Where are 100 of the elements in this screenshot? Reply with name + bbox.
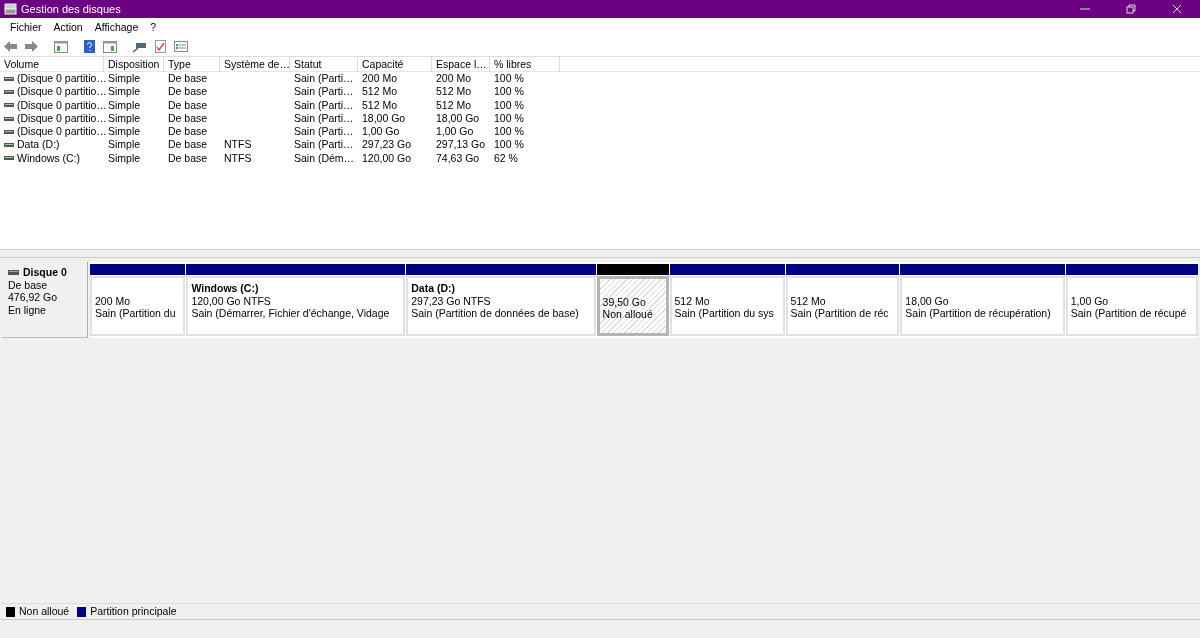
close-icon (1172, 4, 1182, 14)
table-cell: 100 % (494, 85, 524, 99)
partition-status: Sain (Partition de données de base) (411, 307, 580, 320)
disk-type: De base (8, 278, 49, 291)
help-icon[interactable] (84, 40, 95, 53)
partition-block[interactable]: 18,00 Go Sain (Partition de récupération) (900, 276, 1065, 336)
menu-item[interactable]: Fichier (4, 19, 48, 36)
table-cell: (Disque 0 partitio… (17, 98, 107, 112)
menu-item[interactable]: Action (47, 19, 89, 36)
table-cell: 100 % (494, 111, 524, 126)
table-cell: 200 Mo (436, 72, 472, 86)
partition-size: 120,00 Go NTFS (191, 294, 272, 307)
table-cell: 100 % (494, 125, 524, 139)
table-cell: 297,13 Go (436, 138, 486, 152)
disk-status: En ligne (8, 303, 47, 316)
disk-management-icon (4, 3, 17, 15)
table-cell: 512 Mo (362, 98, 398, 112)
partition-status: Non alloué (602, 308, 654, 321)
table-cell: De base (168, 72, 208, 86)
volume-icon (4, 143, 14, 148)
partition-block[interactable]: Data (D:) 297,23 Go NTFS Sain (Partition de données de base) (406, 276, 596, 336)
list-icon[interactable] (174, 41, 188, 52)
table-cell: Sain (Parti… (294, 85, 354, 99)
table-cell: 18,00 Go (436, 111, 480, 126)
partition-status: Sain (Partition de réc (790, 307, 890, 320)
column-header[interactable]: Statut (290, 57, 358, 72)
partition-status: Sain (Partition du sys (674, 307, 775, 320)
partition-size: 297,23 Go NTFS (411, 294, 492, 307)
partition-block[interactable]: 200 Mo Sain (Partition du (90, 276, 186, 336)
table-cell: De base (168, 138, 208, 152)
column-header[interactable]: Système de… (220, 57, 290, 72)
partition-size: 512 Mo (790, 294, 827, 307)
column-header[interactable]: Type (164, 57, 220, 72)
disk-name: Disque 0 (23, 266, 67, 279)
table-cell: 512 Mo (436, 98, 472, 112)
column-header[interactable]: % libres (490, 57, 560, 72)
volume-icon (4, 116, 14, 121)
disk-size: 476,92 Go (8, 291, 59, 304)
volume-icon (4, 89, 14, 94)
partition-block[interactable]: 512 Mo Sain (Partition de réc (785, 276, 900, 336)
volume-icon (4, 76, 14, 81)
table-cell: (Disque 0 partitio… (17, 72, 107, 86)
restore-icon (1126, 4, 1136, 14)
table-cell: Sain (Parti… (294, 72, 354, 86)
partition-status: Sain (Partition de récupé (1070, 307, 1188, 320)
partition-status: Sain (Partition de récupération) (905, 307, 1052, 320)
table-cell: Simple (108, 72, 141, 86)
column-header[interactable]: Capacité (358, 57, 432, 72)
partition-size: 18,00 Go (905, 294, 950, 307)
panel-icon[interactable] (103, 40, 117, 53)
column-header[interactable]: Volume (0, 57, 104, 72)
column-header[interactable]: Espace l… (432, 57, 490, 72)
table-cell: 100 % (494, 138, 524, 152)
table-cell: Simple (108, 98, 141, 112)
panel-icon[interactable] (54, 40, 68, 53)
table-cell: De base (168, 111, 208, 126)
table-cell: 100 % (494, 98, 524, 112)
volume-icon (4, 103, 14, 108)
table-cell: Sain (Parti… (294, 138, 354, 152)
menu-item[interactable]: ? (144, 19, 163, 36)
partition-size: 1,00 Go (1070, 294, 1110, 307)
table-cell: (Disque 0 partitio… (17, 85, 107, 99)
table-cell: 1,00 Go (436, 125, 474, 139)
volume-icon (4, 156, 14, 161)
table-cell: (Disque 0 partitio… (17, 111, 107, 126)
forward-arrow-icon[interactable] (25, 41, 38, 52)
connect-icon[interactable] (133, 40, 147, 53)
table-cell: De base (168, 151, 208, 166)
partition-size: 39,50 Go (602, 295, 647, 308)
table-cell: 297,23 Go (362, 138, 412, 152)
partition-block[interactable]: Windows (C:) 120,00 Go NTFS Sain (Démarrer, Fichier d'échange, Vidage (186, 276, 406, 336)
table-cell: Data (D:) (17, 138, 60, 152)
table-cell: De base (168, 98, 208, 112)
table-cell: 200 Mo (362, 72, 398, 86)
partition-status: Sain (Partition du (95, 307, 177, 320)
table-cell: 18,00 Go (362, 111, 406, 126)
column-header[interactable]: Disposition (104, 57, 164, 72)
table-cell: Sain (Parti… (294, 125, 354, 139)
table-cell: NTFS (224, 151, 252, 166)
legend-label: Partition principale (90, 603, 177, 619)
partition-status: Sain (Démarrer, Fichier d'échange, Vidage (191, 307, 391, 320)
table-cell: Sain (Parti… (294, 111, 354, 126)
partition-size: 512 Mo (674, 294, 711, 307)
table-cell: 512 Mo (362, 85, 398, 99)
checked-document-icon[interactable] (155, 40, 166, 53)
disk-icon (8, 269, 19, 275)
partition-block[interactable]: 512 Mo Sain (Partition du sys (669, 276, 785, 336)
menu-item[interactable]: Affichage (88, 19, 145, 36)
table-cell: Simple (108, 125, 141, 139)
table-cell: Simple (108, 111, 141, 126)
partition-block[interactable]: 1,00 Go Sain (Partition de récupé (1065, 276, 1198, 336)
partition-size: 200 Mo (95, 294, 132, 307)
table-cell: De base (168, 125, 208, 139)
table-cell: Sain (Parti… (294, 98, 354, 112)
partition-block[interactable]: 39,50 Go Non alloué (596, 276, 669, 336)
table-cell: 120,00 Go (362, 151, 412, 166)
table-cell: Sain (Dém… (294, 151, 355, 166)
table-cell: 1,00 Go (362, 125, 400, 139)
back-arrow-icon[interactable] (4, 41, 17, 52)
window-title: Gestion des disques (21, 1, 121, 17)
